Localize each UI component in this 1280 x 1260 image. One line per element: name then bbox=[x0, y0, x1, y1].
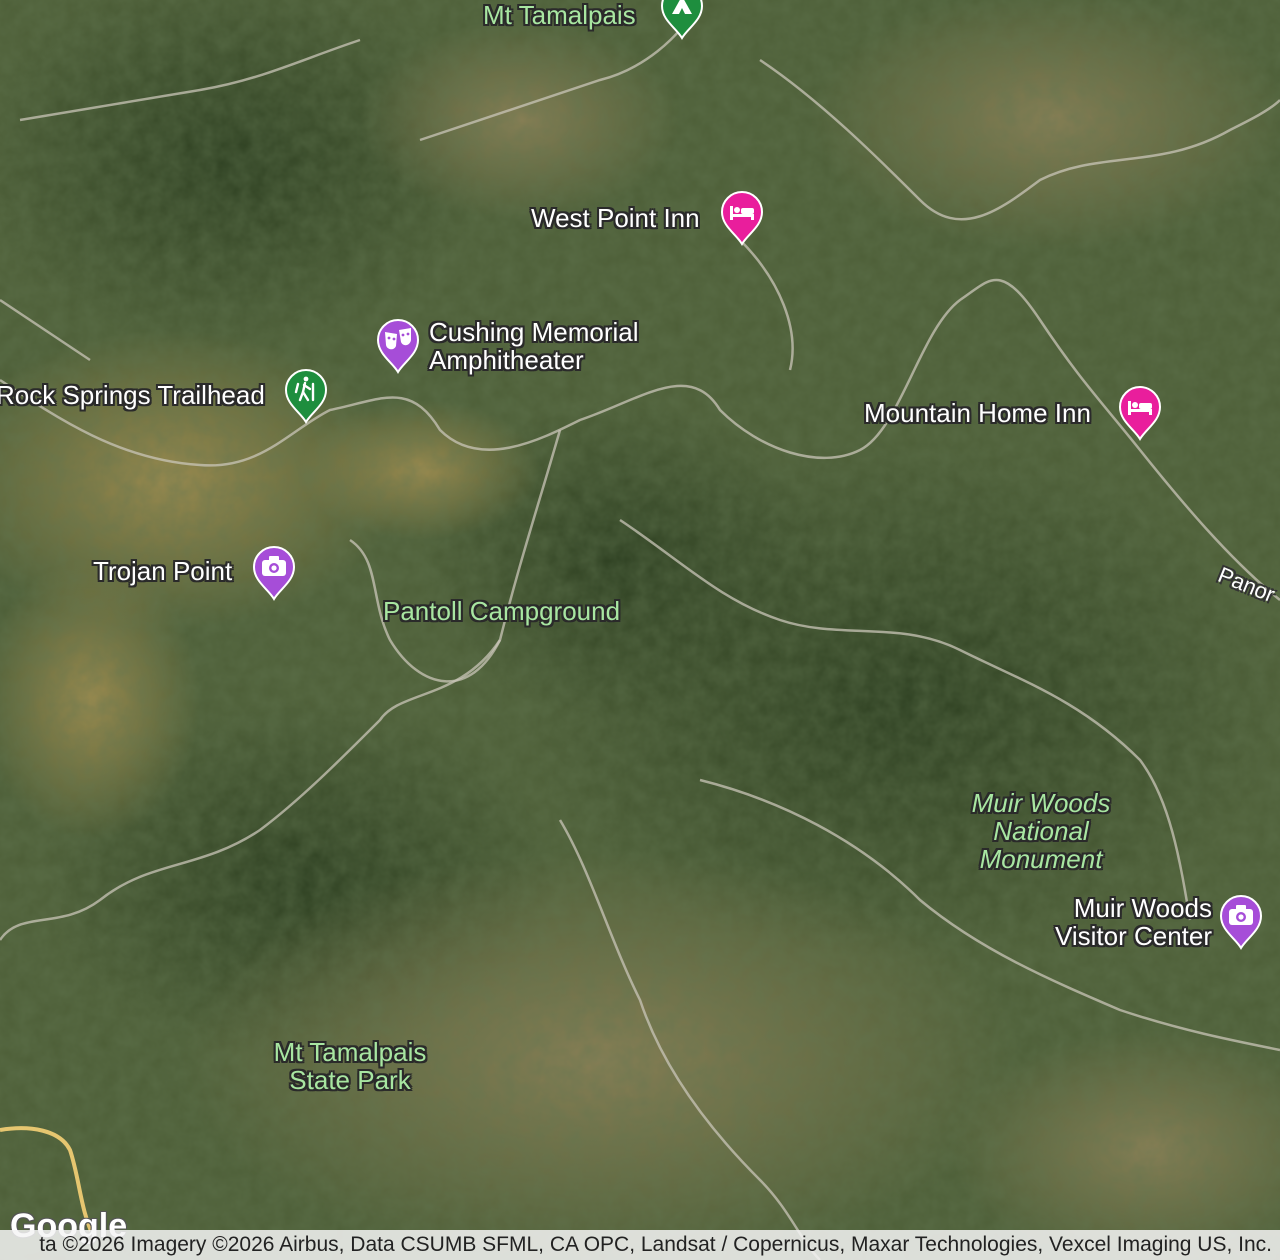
label-rock-springs-trailhead[interactable]: Rock Springs Trailhead bbox=[0, 381, 265, 409]
label-trojan-point[interactable]: Trojan Point bbox=[93, 557, 232, 585]
label-mt-tamalpais-state-park[interactable]: Mt Tamalpais State Park bbox=[260, 1038, 440, 1094]
trojan-point-pin[interactable] bbox=[250, 543, 298, 601]
label-mountain-home-inn[interactable]: Mountain Home Inn bbox=[864, 399, 1091, 427]
cushing-memorial-amphitheater-pin[interactable] bbox=[374, 316, 422, 374]
muir-woods-visitor-center-pin[interactable] bbox=[1217, 892, 1265, 950]
west-point-inn-pin[interactable] bbox=[718, 188, 766, 246]
label-mt-tamalpais[interactable]: Mt Tamalpais bbox=[483, 1, 636, 29]
satellite-map[interactable]: Mt Tamalpais West Point Inn Cushing Memo… bbox=[0, 0, 1280, 1260]
map-attribution: ta ©2026 Imagery ©2026 Airbus, Data CSUM… bbox=[0, 1230, 1280, 1260]
label-muir-woods-national-monument[interactable]: Muir Woods National Monument bbox=[966, 789, 1116, 873]
label-cushing-memorial-amphitheater[interactable]: Cushing Memorial Amphitheater bbox=[429, 318, 639, 374]
label-west-point-inn[interactable]: West Point Inn bbox=[531, 204, 700, 232]
label-pantoll-campground[interactable]: Pantoll Campground bbox=[383, 597, 620, 625]
label-muir-woods-visitor-center[interactable]: Muir Woods Visitor Center bbox=[1040, 894, 1212, 950]
satellite-imagery bbox=[0, 0, 1280, 1260]
mountain-home-inn-pin[interactable] bbox=[1116, 383, 1164, 441]
rock-springs-trailhead-pin[interactable] bbox=[282, 366, 330, 424]
mt-tamalpais-pin[interactable] bbox=[658, 0, 706, 40]
